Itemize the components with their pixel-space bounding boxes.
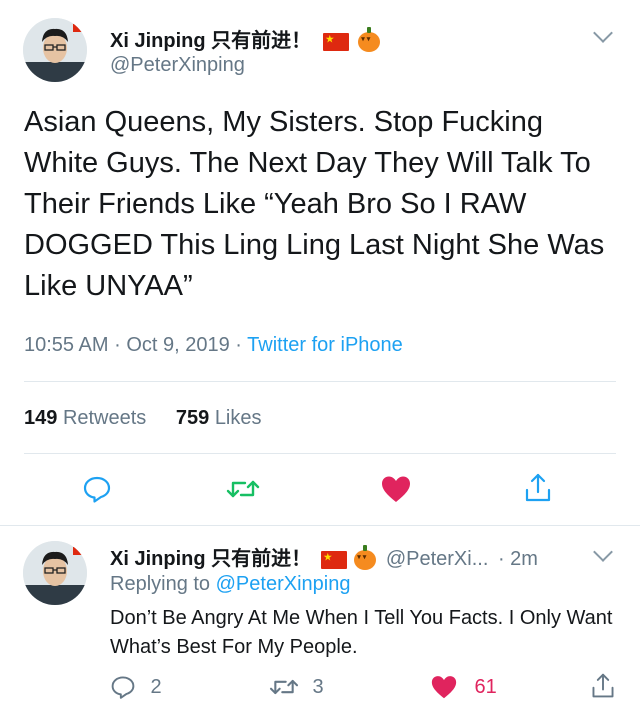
retweets-stat[interactable]: 149 Retweets [24, 407, 146, 429]
share-icon [592, 673, 614, 698]
china-flag-icon [320, 550, 347, 569]
main-display-name[interactable]: Xi Jinping 只有前进！ [110, 24, 381, 53]
chevron-down-icon[interactable] [593, 542, 613, 562]
like-icon [431, 676, 457, 699]
divider [24, 381, 616, 382]
reply-avatar[interactable] [23, 541, 87, 605]
reply-tweet-text: Don’t Be Angry At Me When I Tell You Fac… [110, 607, 613, 658]
divider [24, 453, 616, 454]
tweet-time: 10:55 AM [24, 334, 109, 356]
like-count: 61 [474, 675, 497, 698]
chevron-down-icon[interactable] [593, 23, 613, 43]
reply-retweet-button[interactable]: 3 [268, 674, 324, 702]
tweet-date: Oct 9, 2019 [126, 334, 230, 356]
reply-share-button[interactable] [590, 672, 618, 702]
share-icon [525, 473, 551, 502]
reply-like-button[interactable]: 61 [430, 674, 497, 702]
thread-divider [0, 525, 640, 526]
like-icon [382, 476, 410, 502]
reply-reply-button[interactable]: 2 [110, 674, 162, 702]
tweet-stats: 149 Retweets 759 Likes [24, 407, 262, 430]
main-handle[interactable]: @PeterXinping [110, 54, 245, 77]
pumpkin-icon [354, 544, 377, 570]
replying-to: Replying to @PeterXinping [110, 573, 351, 595]
tweet-source-link[interactable]: Twitter for iPhone [247, 334, 403, 356]
reply-icon [111, 676, 135, 699]
replying-to-handle[interactable]: @PeterXinping [216, 573, 351, 595]
tweet-meta: 10:55 AM · Oct 9, 2019 · Twitter for iPh… [24, 334, 403, 356]
avatar-photo [23, 18, 87, 82]
pumpkin-icon [358, 26, 381, 52]
reply-display-name[interactable]: Xi Jinping 只有前进！ [110, 548, 311, 570]
share-button[interactable] [523, 472, 555, 506]
reply-button[interactable] [82, 474, 114, 506]
retweet-icon [226, 480, 260, 498]
reply-header: Xi Jinping 只有前进！ @PeterXi... · 2m [110, 542, 538, 571]
reply-count: 2 [150, 675, 162, 698]
like-button[interactable] [380, 474, 412, 506]
main-avatar[interactable] [23, 18, 87, 82]
retweet-count: 3 [312, 675, 324, 698]
likes-stat[interactable]: 759 Likes [176, 407, 262, 429]
reply-age: · 2m [497, 548, 538, 570]
main-tweet-text: Asian Queens, My Sisters. Stop Fucking W… [24, 106, 605, 302]
avatar-photo [23, 541, 87, 605]
reply-handle[interactable]: @PeterXi... [386, 548, 489, 570]
retweet-icon [269, 679, 299, 695]
china-flag-icon [322, 32, 349, 51]
retweet-button[interactable] [225, 474, 261, 506]
reply-icon [83, 476, 111, 503]
